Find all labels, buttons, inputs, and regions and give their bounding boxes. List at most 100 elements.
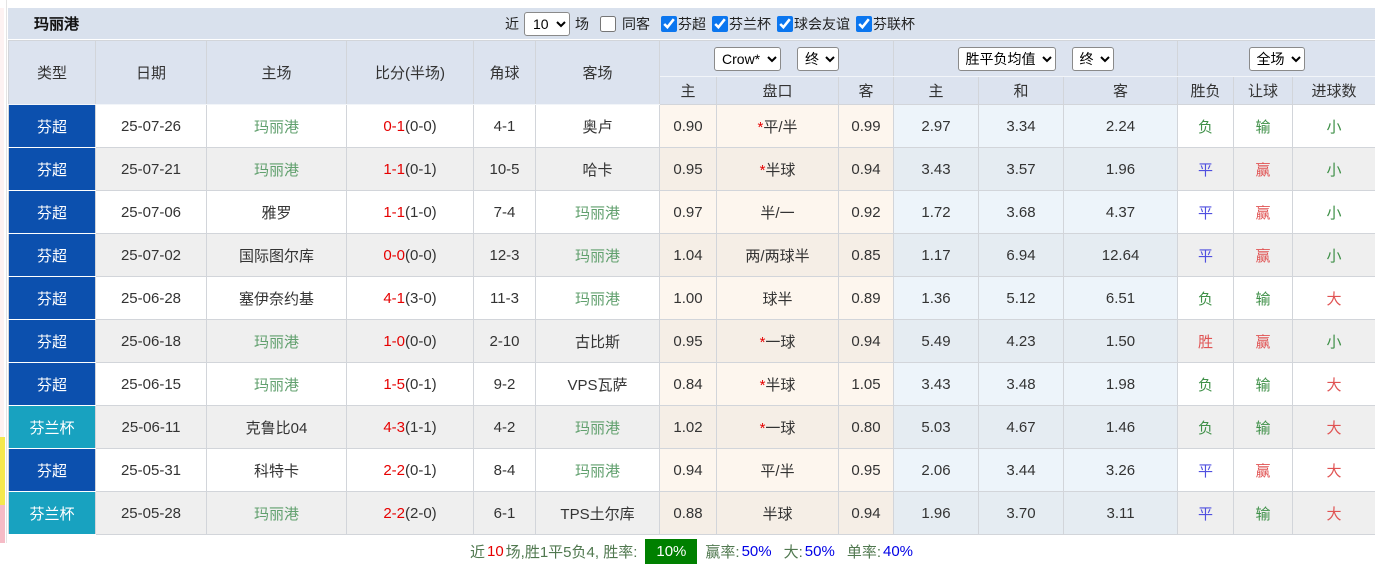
cell-corners: 4-2 <box>474 406 536 449</box>
cell-avg-lose: 12.64 <box>1064 234 1178 277</box>
cell-handicap-result: 输 <box>1234 492 1293 535</box>
cell-handicap-result: 输 <box>1234 105 1293 148</box>
cell-away-team[interactable]: 玛丽港 <box>536 191 660 234</box>
cell-home-team[interactable]: 玛丽港 <box>207 105 347 148</box>
cell-home-team[interactable]: 克鲁比04 <box>207 406 347 449</box>
cell-away-team[interactable]: 哈卡 <box>536 148 660 191</box>
cell-avg-draw: 3.70 <box>979 492 1064 535</box>
cell-avg-lose: 3.11 <box>1064 492 1178 535</box>
cell-away-team[interactable]: VPS瓦萨 <box>536 363 660 406</box>
cell-handicap: *平/半 <box>717 105 839 148</box>
scope-select[interactable]: 全场 <box>1249 47 1305 71</box>
cell-handicap: 平/半 <box>717 449 839 492</box>
odds-time-select[interactable]: 终 <box>797 47 839 71</box>
cell-away-team[interactable]: 奥卢 <box>536 105 660 148</box>
league-filter-label: 芬兰杯 <box>729 14 771 34</box>
cell-handicap-result: 输 <box>1234 406 1293 449</box>
table-row: 芬超25-06-15玛丽港1-5(0-1)9-2VPS瓦萨0.84*半球1.05… <box>9 363 1375 406</box>
cell-league-badge: 芬超 <box>9 105 96 148</box>
cell-goals-result: 小 <box>1293 191 1375 234</box>
cell-odds-home: 0.95 <box>660 148 717 191</box>
cell-goals-result: 小 <box>1293 105 1375 148</box>
cell-goals-result: 大 <box>1293 449 1375 492</box>
sub-header-handicap: 盘口 <box>717 77 839 105</box>
league-filter-checkbox[interactable] <box>856 16 872 32</box>
cell-away-team[interactable]: TPS土尔库 <box>536 492 660 535</box>
win-odds-value: 50% <box>742 543 772 560</box>
table-row: 芬超25-07-21玛丽港1-1(0-1)10-5哈卡0.95*半球0.943.… <box>9 148 1375 191</box>
cell-home-team[interactable]: 玛丽港 <box>207 148 347 191</box>
sub-header-goals: 进球数 <box>1293 77 1375 105</box>
cell-odds-away: 0.94 <box>839 320 894 363</box>
cell-away-team[interactable]: 玛丽港 <box>536 406 660 449</box>
cell-handicap-result: 赢 <box>1234 449 1293 492</box>
cell-home-team[interactable]: 塞伊奈约基 <box>207 277 347 320</box>
cell-goals-result: 大 <box>1293 277 1375 320</box>
cell-score: 1-1(1-0) <box>347 191 474 234</box>
cell-avg-lose: 3.26 <box>1064 449 1178 492</box>
left-edge-pink-strip <box>0 505 5 543</box>
avg-time-select[interactable]: 终 <box>1072 47 1114 71</box>
cell-corners: 8-4 <box>474 449 536 492</box>
cell-avg-draw: 3.57 <box>979 148 1064 191</box>
cell-away-team[interactable]: 玛丽港 <box>536 234 660 277</box>
avg-type-select[interactable]: 胜平负均值 <box>958 47 1056 71</box>
single-label: 单率: <box>847 541 881 562</box>
col-header-score: 比分(半场) <box>347 41 474 105</box>
cell-avg-draw: 4.67 <box>979 406 1064 449</box>
cell-odds-home: 1.00 <box>660 277 717 320</box>
odds-company-select[interactable]: Crow* <box>714 47 781 71</box>
league-filter-checkbox[interactable] <box>712 16 728 32</box>
cell-home-team[interactable]: 玛丽港 <box>207 320 347 363</box>
cell-result: 平 <box>1178 148 1234 191</box>
cell-avg-win: 1.36 <box>894 277 979 320</box>
cell-avg-lose: 1.50 <box>1064 320 1178 363</box>
cell-home-team[interactable]: 国际图尔库 <box>207 234 347 277</box>
sub-header-odds-away: 客 <box>839 77 894 105</box>
same-opponent-checkbox[interactable] <box>600 16 616 32</box>
sub-header-odds-home: 主 <box>660 77 717 105</box>
cell-avg-lose: 2.24 <box>1064 105 1178 148</box>
league-filter-label: 芬超 <box>678 14 706 34</box>
cell-avg-lose: 4.37 <box>1064 191 1178 234</box>
cell-corners: 7-4 <box>474 191 536 234</box>
cell-league-badge: 芬超 <box>9 449 96 492</box>
cell-score: 0-1(0-0) <box>347 105 474 148</box>
cell-goals-result: 小 <box>1293 148 1375 191</box>
cell-date: 25-07-21 <box>96 148 207 191</box>
cell-avg-lose: 6.51 <box>1064 277 1178 320</box>
cell-handicap: *一球 <box>717 406 839 449</box>
cell-handicap: 半球 <box>717 492 839 535</box>
league-filter-group: 芬超芬兰杯球会友谊芬联杯 <box>655 14 915 34</box>
league-filter-label: 球会友谊 <box>794 14 850 34</box>
league-filter-checkbox[interactable] <box>777 16 793 32</box>
cell-away-team[interactable]: 古比斯 <box>536 320 660 363</box>
recent-count-select[interactable]: 10 <box>524 12 570 36</box>
cell-home-team[interactable]: 玛丽港 <box>207 363 347 406</box>
same-opponent-label: 同客 <box>622 14 650 34</box>
cell-away-team[interactable]: 玛丽港 <box>536 449 660 492</box>
table-row: 芬超25-05-31科特卡2-2(0-1)8-4玛丽港0.94平/半0.952.… <box>9 449 1375 492</box>
cell-avg-lose: 1.96 <box>1064 148 1178 191</box>
cell-home-team[interactable]: 玛丽港 <box>207 492 347 535</box>
sub-header-avg-win: 主 <box>894 77 979 105</box>
cell-date: 25-05-31 <box>96 449 207 492</box>
cell-home-team[interactable]: 雅罗 <box>207 191 347 234</box>
cell-handicap-result: 赢 <box>1234 191 1293 234</box>
cell-result: 胜 <box>1178 320 1234 363</box>
cell-away-team[interactable]: 玛丽港 <box>536 277 660 320</box>
cell-odds-away: 0.80 <box>839 406 894 449</box>
cell-home-team[interactable]: 科特卡 <box>207 449 347 492</box>
cell-result: 负 <box>1178 363 1234 406</box>
big-value: 50% <box>805 543 835 560</box>
cell-odds-home: 1.02 <box>660 406 717 449</box>
single-value: 40% <box>883 543 913 560</box>
cell-odds-home: 0.94 <box>660 449 717 492</box>
cell-odds-home: 0.90 <box>660 105 717 148</box>
cell-avg-win: 3.43 <box>894 363 979 406</box>
cell-score: 1-1(0-1) <box>347 148 474 191</box>
league-filter-checkbox[interactable] <box>661 16 677 32</box>
cell-avg-draw: 5.12 <box>979 277 1064 320</box>
cell-avg-win: 1.96 <box>894 492 979 535</box>
cell-corners: 12-3 <box>474 234 536 277</box>
